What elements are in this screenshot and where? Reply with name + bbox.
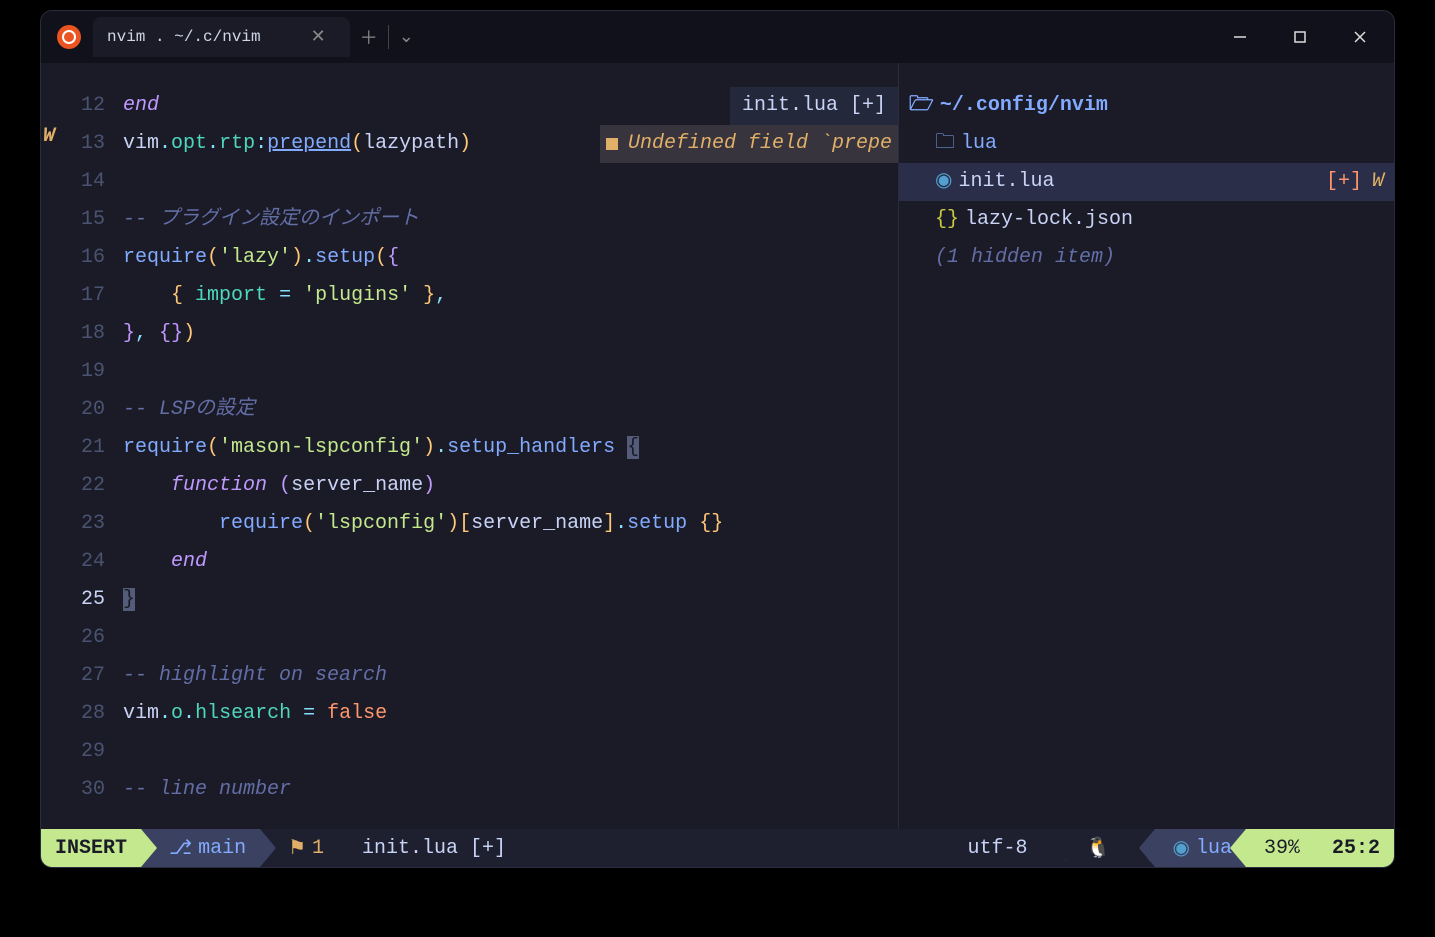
ubuntu-icon — [57, 25, 81, 49]
code-line: vim.opt.rtp:prepend(lazypath) — [123, 125, 898, 163]
mode-indicator: INSERT — [41, 829, 141, 867]
code-line: function (server_name) — [123, 467, 898, 505]
line-numbers: 12 13 14 15 16 17 18 19 20 21 22 23 24 2… — [65, 63, 113, 829]
lineno: 28 — [65, 695, 113, 733]
code-line — [123, 619, 898, 657]
window-controls — [1222, 19, 1386, 55]
lineno: 21 — [65, 429, 113, 467]
lua-icon: ◉ — [935, 163, 952, 201]
lineno: 17 — [65, 277, 113, 315]
tab-menu-button[interactable]: ⌄ — [389, 22, 424, 52]
tree-file-label: lazy-lock.json — [965, 201, 1133, 239]
terminal-window: nvim . ~/.c/nvim ✕ ＋ ⌄ W init.lua — [40, 10, 1395, 868]
maximize-button[interactable] — [1282, 19, 1318, 55]
code-line — [123, 733, 898, 771]
tab-title: nvim . ~/.c/nvim — [107, 28, 261, 46]
tree-hidden-note: (1 hidden item) — [899, 239, 1394, 277]
encoding: utf-8 — [954, 829, 1042, 867]
lineno: 14 — [65, 163, 113, 201]
close-button[interactable] — [1342, 19, 1378, 55]
lineno: 19 — [65, 353, 113, 391]
titlebar: nvim . ~/.c/nvim ✕ ＋ ⌄ — [41, 11, 1394, 63]
lineno: 30 — [65, 771, 113, 809]
lineno: 15 — [65, 201, 113, 239]
lineno: 29 — [65, 733, 113, 771]
folder-open-icon: 🗁 — [909, 87, 934, 125]
editor-main: W init.lua [+] Undefined field `prepe 12… — [41, 63, 1394, 829]
code-line: end — [123, 87, 898, 125]
tab-active[interactable]: nvim . ~/.c/nvim ✕ — [93, 17, 350, 57]
code-line: -- highlight on search — [123, 657, 898, 695]
file-tree[interactable]: 🗁 ~/.config/nvim 🗀 lua ◉ init.lua [+] W … — [898, 63, 1394, 829]
code-line: } — [123, 581, 898, 619]
tree-folder-label: lua — [961, 125, 997, 163]
tree-root-path: ~/.config/nvim — [940, 87, 1108, 125]
new-tab-button[interactable]: ＋ — [350, 20, 388, 54]
tree-file-lazy-lock[interactable]: {} lazy-lock.json — [899, 201, 1394, 239]
editor-pane[interactable]: init.lua [+] Undefined field `prepe 12 1… — [65, 63, 898, 829]
tree-file-label: init.lua — [958, 163, 1054, 201]
json-icon: {} — [935, 201, 959, 239]
lineno: 20 — [65, 391, 113, 429]
code-line: require('lazy').setup({ — [123, 239, 898, 277]
linux-icon: 🐧 — [1086, 835, 1111, 861]
lineno: 12 — [65, 87, 113, 125]
code-line: -- LSPの設定 — [123, 391, 898, 429]
code-line: end — [123, 543, 898, 581]
tree-file-init[interactable]: ◉ init.lua [+] W — [899, 163, 1394, 201]
code-line: -- line number — [123, 771, 898, 809]
lineno: 23 — [65, 505, 113, 543]
statusline: INSERT ⎇ main ⚑ 1 init.lua [+] utf-8 〈 🐧… — [41, 829, 1394, 867]
modified-indicator: [+] — [1326, 163, 1362, 201]
os-indicator: 🐧 — [1072, 829, 1125, 867]
folder-icon: 🗀 — [935, 125, 955, 163]
code-line: -- プラグイン設定のインポート — [123, 201, 898, 239]
cursor-position: 25:2 — [1314, 829, 1394, 867]
filename-status: init.lua [+] — [338, 829, 520, 867]
code-line — [123, 163, 898, 201]
lineno: 22 — [65, 467, 113, 505]
flag-icon: ⚑ — [288, 835, 306, 861]
minimize-button[interactable] — [1222, 19, 1258, 55]
code-line: vim.o.hlsearch = false — [123, 695, 898, 733]
lineno: 16 — [65, 239, 113, 277]
lineno: 26 — [65, 619, 113, 657]
code-line: { import = 'plugins' }, — [123, 277, 898, 315]
branch-icon: ⎇ — [169, 835, 192, 861]
git-branch: ⎇ main — [141, 829, 260, 867]
code-line: }, {}) — [123, 315, 898, 353]
code-line: require('mason-lspconfig').setup_handler… — [123, 429, 898, 467]
lineno: 27 — [65, 657, 113, 695]
warning-indicator: W — [1372, 163, 1384, 201]
lineno: 13 — [65, 125, 113, 163]
lua-icon: ◉ — [1173, 835, 1190, 861]
code-line — [123, 353, 898, 391]
lineno: 24 — [65, 543, 113, 581]
lineno-current: 25 — [65, 581, 113, 619]
tree-folder-lua[interactable]: 🗀 lua — [899, 125, 1394, 163]
code-line: require('lspconfig')[server_name].setup … — [123, 505, 898, 543]
tree-root[interactable]: 🗁 ~/.config/nvim — [899, 87, 1394, 125]
lineno: 18 — [65, 315, 113, 353]
code-area[interactable]: end vim.opt.rtp:prepend(lazypath) -- プラグ… — [113, 63, 898, 829]
warning-sign: W — [41, 125, 65, 163]
close-tab-icon[interactable]: ✕ — [301, 22, 336, 52]
sign-column: W — [41, 63, 65, 829]
